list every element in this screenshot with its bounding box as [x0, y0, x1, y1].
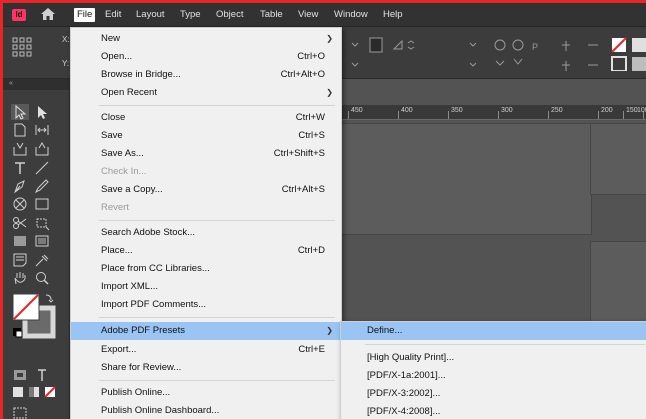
menu-item-adobe-pdf-presets[interactable]: Adobe PDF Presets ❯	[71, 322, 341, 340]
submenu-item-pdf-x-3[interactable]: [PDF/X-3:2002]...	[341, 385, 646, 403]
menu-bar: Id File Edit Layout Type Object Table Vi…	[3, 3, 646, 27]
page-area	[590, 123, 646, 195]
menu-item-search-adobe-stock[interactable]: Search Adobe Stock...	[71, 224, 341, 242]
indesign-window: Id File Edit Layout Type Object Table Vi…	[3, 3, 646, 419]
eyedropper-tool-icon[interactable]	[33, 252, 51, 268]
content-placer-icon[interactable]	[33, 141, 51, 157]
menu-window[interactable]: Window	[334, 8, 368, 22]
submenu-arrow-icon: ❯	[326, 88, 333, 97]
ruler-label: 150	[626, 107, 638, 114]
menu-help[interactable]: Help	[383, 8, 403, 22]
ruler-label: 200	[601, 107, 613, 114]
ruler-label: 350	[451, 107, 463, 114]
hand-tool-icon[interactable]	[11, 270, 29, 286]
menu-item-save-a-copy[interactable]: Save a Copy... Ctrl+Alt+S	[71, 181, 341, 199]
submenu-arrow-icon: ❯	[326, 326, 333, 335]
indesign-logo-icon: Id	[12, 9, 26, 21]
submenu-arrow-icon: ❯	[326, 34, 333, 43]
free-transform-tool-icon[interactable]	[33, 215, 51, 231]
page-area	[590, 241, 646, 323]
reference-point-icon[interactable]	[11, 36, 33, 58]
x-label: X:	[62, 35, 70, 44]
menu-separator	[99, 220, 335, 221]
line-tool-icon[interactable]	[33, 160, 51, 176]
menu-item-place-from-cc-libraries[interactable]: Place from CC Libraries...	[71, 260, 341, 278]
gap-tool-icon[interactable]	[33, 122, 51, 138]
file-menu-dropdown: New ❯ Open... Ctrl+O Browse in Bridge... Ct…	[70, 27, 342, 419]
fill-stroke-swatches[interactable]	[11, 292, 61, 346]
menu-item-open-recent[interactable]: Open Recent ❯	[71, 84, 341, 102]
menu-item-publish-online-dashboard[interactable]: Publish Online Dashboard...	[71, 402, 341, 419]
menu-item-publish-online[interactable]: Publish Online...	[71, 384, 341, 402]
menu-separator	[99, 380, 335, 381]
selection-tool-icon[interactable]	[11, 104, 29, 120]
formatting-affects-container-icon[interactable]	[11, 367, 29, 383]
pen-tool-icon[interactable]	[11, 178, 29, 194]
control-options-icons[interactable]: P	[346, 37, 646, 71]
zoom-tool-icon[interactable]	[33, 270, 51, 286]
ruler-label: 450	[351, 107, 363, 114]
direct-selection-tool-icon[interactable]	[33, 104, 51, 120]
y-label: Y:	[62, 59, 70, 68]
menu-item-import-xml[interactable]: Import XML...	[71, 278, 341, 296]
rectangle-tool-icon[interactable]	[33, 196, 51, 212]
menu-item-save-as[interactable]: Save As... Ctrl+Shift+S	[71, 145, 341, 163]
menu-object[interactable]: Object	[216, 8, 243, 22]
menu-layout[interactable]: Layout	[136, 8, 165, 22]
menu-item-export[interactable]: Export... Ctrl+E	[71, 341, 341, 359]
svg-text:P: P	[532, 42, 538, 52]
menu-item-place[interactable]: Place... Ctrl+D	[71, 242, 341, 260]
tools-panel: «	[3, 79, 70, 419]
menu-item-revert: Revert	[101, 202, 129, 213]
view-mode-icon[interactable]	[11, 405, 29, 419]
type-tool-icon[interactable]	[11, 160, 29, 176]
page-tool-icon[interactable]	[11, 122, 29, 138]
menu-separator	[365, 344, 645, 345]
menu-file[interactable]: File	[74, 8, 96, 22]
menu-view[interactable]: View	[298, 8, 318, 22]
panel-collapse-icon[interactable]: «	[3, 79, 69, 90]
gradient-swatch-tool-icon[interactable]	[11, 233, 29, 249]
menu-type[interactable]: Type	[180, 8, 201, 22]
rectangle-frame-tool-icon[interactable]	[11, 196, 29, 212]
ruler-label: 250	[551, 107, 563, 114]
submenu-item-pdf-x-1a[interactable]: [PDF/X-1a:2001]...	[341, 367, 646, 385]
ruler-label: 400	[401, 107, 413, 114]
menu-item-check-in: Check In...	[101, 166, 147, 177]
pdf-presets-submenu: Define... [High Quality Print]... [PDF/X…	[340, 321, 646, 419]
menu-separator	[99, 317, 335, 318]
page-area	[340, 123, 592, 235]
menu-item-open[interactable]: Open... Ctrl+O	[71, 48, 341, 66]
menu-item-import-pdf-comments[interactable]: Import PDF Comments...	[71, 296, 341, 314]
content-collector-icon[interactable]	[11, 141, 29, 157]
submenu-item-define[interactable]: Define...	[341, 322, 646, 340]
menu-table[interactable]: Table	[260, 8, 283, 22]
menu-item-save[interactable]: Save Ctrl+S	[71, 127, 341, 145]
menu-item-share-for-review[interactable]: Share for Review...	[71, 359, 341, 377]
gradient-feather-tool-icon[interactable]	[33, 233, 51, 249]
formatting-affects-text-icon[interactable]	[33, 367, 51, 383]
menu-item-new[interactable]: New ❯	[71, 30, 341, 48]
note-tool-icon[interactable]	[11, 252, 29, 268]
home-icon[interactable]	[40, 7, 56, 21]
pencil-tool-icon[interactable]	[33, 178, 51, 194]
ruler-label: 100	[637, 107, 646, 114]
menu-item-browse-in-bridge[interactable]: Browse in Bridge... Ctrl+Alt+O	[71, 66, 341, 84]
ruler-label: 300	[501, 107, 513, 114]
apply-color-gradient-none-icons[interactable]	[11, 385, 65, 399]
menu-separator	[99, 105, 335, 106]
scissors-tool-icon[interactable]	[11, 215, 29, 231]
submenu-item-high-quality-print[interactable]: [High Quality Print]...	[341, 349, 646, 367]
submenu-item-pdf-x-4[interactable]: [PDF/X-4:2008]...	[341, 403, 646, 419]
menu-edit[interactable]: Edit	[105, 8, 121, 22]
menu-item-close[interactable]: Close Ctrl+W	[71, 109, 341, 127]
